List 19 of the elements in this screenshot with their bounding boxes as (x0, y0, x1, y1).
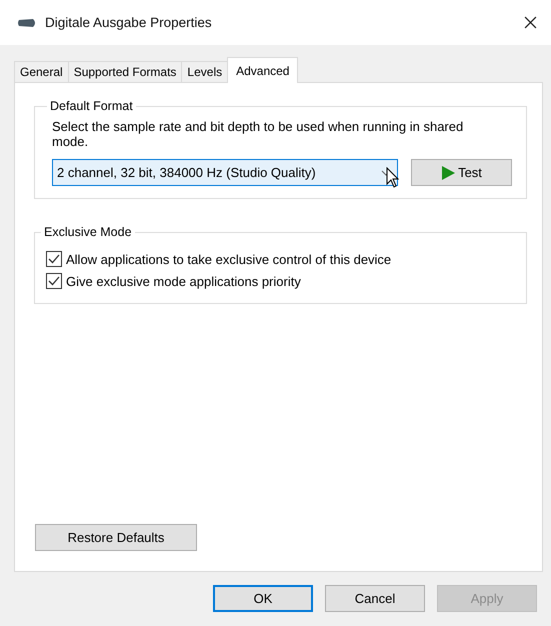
format-dropdown[interactable]: 2 channel, 32 bit, 384000 Hz (Studio Quality) (52, 159, 398, 186)
play-icon (441, 166, 456, 180)
test-button[interactable]: Test (411, 159, 512, 186)
restore-defaults-button[interactable]: Restore Defaults (35, 524, 197, 551)
description-text: Select the sample rate and bit depth to be used when running in shared mode. (52, 119, 464, 149)
checkbox[interactable] (46, 251, 62, 267)
checkbox[interactable] (46, 273, 62, 289)
window-title: Digitale Ausgabe Properties (45, 15, 213, 30)
close-icon[interactable] (524, 16, 537, 29)
tab[interactable]: General (14, 61, 69, 82)
group-label: Default Format (49, 99, 134, 113)
checkbox-label: Allow applications to take exclusive control of this device (66, 252, 392, 266)
checkbox-label: Give exclusive mode applications priority (66, 274, 301, 288)
speaker-icon (17, 18, 37, 28)
group-label: Exclusive Mode (43, 225, 133, 239)
mouse-pointer-icon (386, 167, 400, 189)
dialog-button[interactable]: OK (213, 585, 313, 612)
dialog-button[interactable]: Cancel (325, 585, 425, 612)
tab[interactable]: Advanced (227, 57, 298, 83)
